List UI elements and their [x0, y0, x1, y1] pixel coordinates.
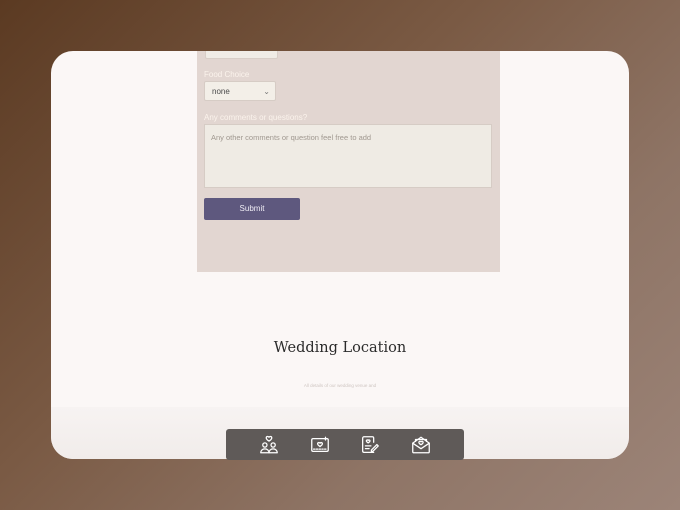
previous-field[interactable] [205, 51, 278, 59]
nav-photo-button[interactable] [308, 433, 332, 457]
nav-envelope-button[interactable] [409, 433, 433, 457]
comments-textarea[interactable]: Any other comments or question feel free… [204, 124, 492, 188]
food-choice-select[interactable]: none ⌄ [204, 81, 276, 101]
wedding-location-title: Wedding Location [273, 340, 407, 356]
photo-heart-icon [310, 436, 329, 452]
rsvp-form: Food Choice none ⌄ Any comments or quest… [197, 51, 500, 272]
food-choice-value: none [212, 87, 230, 96]
comments-label: Any comments or questions? [204, 113, 308, 122]
bottom-nav [226, 429, 464, 460]
chevron-down-icon: ⌄ [263, 87, 270, 96]
wedding-location-subtitle: All details of our wedding venue and [303, 383, 377, 388]
comments-placeholder: Any other comments or question feel free… [211, 133, 372, 142]
app-card: Food Choice none ⌄ Any comments or quest… [51, 51, 629, 459]
envelope-heart-icon [411, 436, 430, 453]
submit-button[interactable]: Submit [204, 198, 300, 220]
couple-icon [260, 435, 279, 453]
nav-rsvp-button[interactable] [358, 433, 382, 457]
food-choice-label: Food Choice [204, 70, 250, 79]
rsvp-form-icon [362, 435, 380, 453]
nav-couple-button[interactable] [257, 433, 281, 457]
